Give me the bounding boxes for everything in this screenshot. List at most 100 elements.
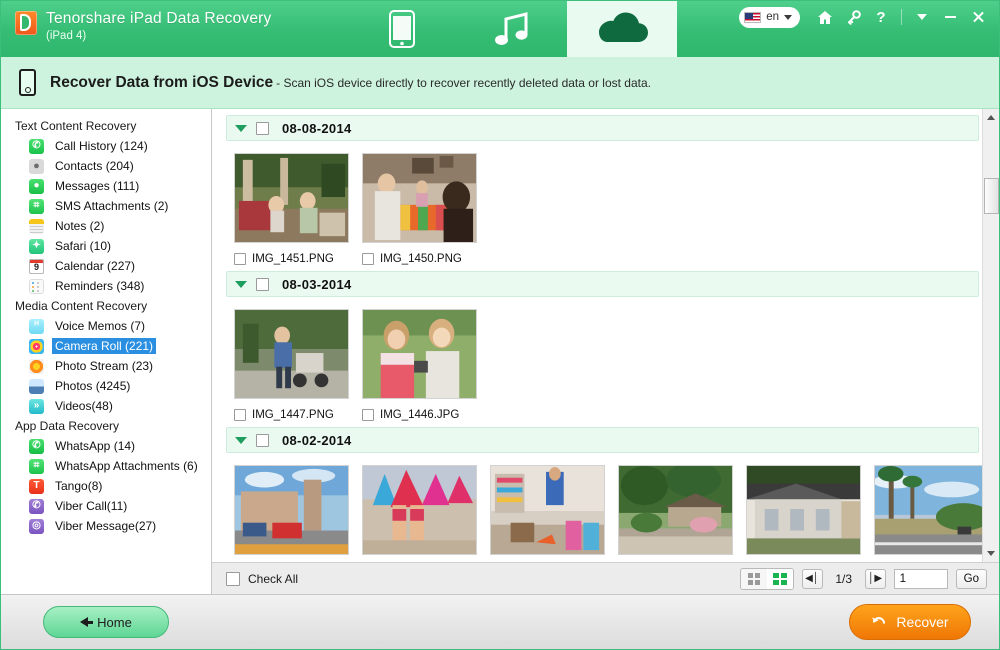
sidebar-item-whatsapp[interactable]: ✆ WhatsApp (14) xyxy=(29,436,211,456)
date-group-checkbox[interactable] xyxy=(256,121,269,135)
page-number-input[interactable] xyxy=(893,568,948,589)
sidebar-item-photo-stream[interactable]: Photo Stream (23) xyxy=(29,356,211,376)
sidebar-item-sms-attachments[interactable]: ⌗ SMS Attachments (2) xyxy=(29,196,211,216)
whatsapp-icon: ✆ xyxy=(29,438,44,454)
sidebar-item-tango[interactable]: T Tango(8) xyxy=(29,476,211,496)
sidebar-item-videos[interactable]: » Videos(48) xyxy=(29,396,211,416)
home-button[interactable]: Home xyxy=(43,606,169,638)
close-icon[interactable] xyxy=(965,5,991,29)
thumbnail-item[interactable] xyxy=(490,465,618,562)
sidebar-item-label: Calendar (227) xyxy=(55,259,136,273)
thumbnail-checkbox[interactable] xyxy=(234,253,246,265)
sidebar-item-safari[interactable]: ✦ Safari (10) xyxy=(29,236,211,256)
thumbnail-scroller[interactable]: 08-08-2014 IMG_1451.PNG IMG_1450.PNG 08-… xyxy=(212,109,999,562)
tab-itunes[interactable] xyxy=(457,1,567,57)
date-group-header[interactable]: 08-02-2014 xyxy=(226,427,979,453)
window-controls: en ? xyxy=(739,5,991,29)
sidebar-item-label: Call History (124) xyxy=(55,139,148,153)
thumbnail-item[interactable] xyxy=(746,465,874,562)
sidebar-item-calendar[interactable]: 9 Calendar (227) xyxy=(29,256,211,276)
sidebar-item-label: Photos (4245) xyxy=(55,379,131,393)
home-icon[interactable] xyxy=(812,5,838,29)
thumbnail-checkbox[interactable] xyxy=(362,253,374,265)
thumbnail-item[interactable]: IMG_1450.PNG xyxy=(362,153,490,267)
sidebar-item-messages[interactable]: ● Messages (111) xyxy=(29,176,211,196)
thumbnail-item[interactable]: IMG_1446.JPG xyxy=(362,309,490,423)
chevron-down-icon[interactable] xyxy=(235,280,247,288)
detail-view-icon[interactable] xyxy=(766,568,793,589)
sidebar-item-photos[interactable]: Photos (4245) xyxy=(29,376,211,396)
key-icon[interactable] xyxy=(840,5,866,29)
check-all-checkbox[interactable] xyxy=(226,571,240,586)
date-group-header[interactable]: 08-03-2014 xyxy=(226,271,979,297)
sidebar-item-camera-roll[interactable]: Camera Roll (221) xyxy=(29,336,211,356)
thumbnail-item[interactable] xyxy=(234,465,362,562)
thumbnail-image[interactable] xyxy=(490,465,605,555)
paperclip-icon: ⌗ xyxy=(29,198,44,214)
thumbnail-image[interactable] xyxy=(874,465,989,555)
chevron-down-icon[interactable] xyxy=(909,5,935,29)
scroll-up-button[interactable] xyxy=(982,109,999,126)
check-all-control[interactable]: Check All xyxy=(226,571,299,586)
sidebar-item-notes[interactable]: Notes (2) xyxy=(29,216,211,236)
date-group-header[interactable]: 08-08-2014 xyxy=(226,115,979,141)
tab-icloud[interactable] xyxy=(567,1,677,57)
last-page-icon[interactable]: │▶ xyxy=(864,568,886,589)
tab-device[interactable] xyxy=(347,1,457,57)
sidebar-item-viber-call[interactable]: ✆ Viber Call(11) xyxy=(29,496,211,516)
grid-view-icon[interactable] xyxy=(741,569,767,589)
sidebar-item-label: Reminders (348) xyxy=(55,279,145,293)
sidebar-item-voice-memos[interactable]: ᴴ Voice Memos (7) xyxy=(29,316,211,336)
check-all-label: Check All xyxy=(248,571,299,586)
thumbnail-checkbox[interactable] xyxy=(362,409,374,421)
thumbnail-image[interactable] xyxy=(362,309,477,399)
chevron-down-icon[interactable] xyxy=(235,124,247,132)
thumbnail-item[interactable] xyxy=(874,465,999,562)
notes-icon xyxy=(29,218,44,234)
chevron-down-icon[interactable] xyxy=(235,436,247,444)
question-mark-icon[interactable]: ? xyxy=(868,5,894,29)
thumbnail-image[interactable] xyxy=(234,153,349,243)
sidebar-item-contacts[interactable]: ● Contacts (204) xyxy=(29,156,211,176)
date-group-checkbox[interactable] xyxy=(256,277,269,291)
minimize-icon[interactable] xyxy=(937,5,963,29)
thumbnail-image[interactable] xyxy=(362,153,477,243)
date-group-label: 08-02-2014 xyxy=(282,432,352,448)
sidebar-group-text: Text Content Recovery ✆ Call History (12… xyxy=(1,116,211,296)
thumbnail-image[interactable] xyxy=(234,465,349,555)
svg-text:?: ? xyxy=(876,9,885,25)
date-group-label: 08-08-2014 xyxy=(282,120,352,136)
thumbnail-image[interactable] xyxy=(618,465,733,555)
vertical-scrollbar[interactable] xyxy=(982,109,999,562)
sidebar-item-label: WhatsApp Attachments (6) xyxy=(55,459,198,473)
reminders-icon xyxy=(29,278,44,294)
sidebar-item-reminders[interactable]: Reminders (348) xyxy=(29,276,211,296)
language-selector[interactable]: en xyxy=(739,6,800,28)
sidebar: Text Content Recovery ✆ Call History (12… xyxy=(1,109,212,594)
go-button[interactable]: Go xyxy=(955,568,987,589)
compass-icon: ✦ xyxy=(29,238,44,254)
page-info: 1/3 xyxy=(835,571,852,586)
first-page-icon[interactable]: ◀│ xyxy=(801,568,823,589)
date-group-checkbox[interactable] xyxy=(256,433,269,447)
sidebar-item-call-history[interactable]: ✆ Call History (124) xyxy=(29,136,211,156)
calendar-icon: 9 xyxy=(29,258,44,274)
scrollbar-track[interactable] xyxy=(983,126,1000,545)
thumbnail-item[interactable] xyxy=(618,465,746,562)
thumbnail-row xyxy=(226,459,989,562)
scroll-down-button[interactable] xyxy=(982,545,999,562)
thumbnail-item[interactable] xyxy=(362,465,490,562)
thumbnail-item[interactable]: IMG_1447.PNG xyxy=(234,309,362,423)
undo-arrow-icon xyxy=(872,617,886,624)
thumbnail-image[interactable] xyxy=(234,309,349,399)
thumbnail-checkbox[interactable] xyxy=(234,409,246,421)
brand: Tenorshare iPad Data Recovery (iPad 4) xyxy=(1,1,341,44)
sidebar-item-whatsapp-attachments[interactable]: ⌗ WhatsApp Attachments (6) xyxy=(29,456,211,476)
scrollbar-thumb[interactable] xyxy=(983,178,999,214)
thumbnail-image[interactable] xyxy=(362,465,477,555)
recover-button[interactable]: Recover xyxy=(849,604,971,640)
contacts-icon: ● xyxy=(29,158,44,174)
sidebar-item-viber-message[interactable]: ◎ Viber Message(27) xyxy=(29,516,211,536)
thumbnail-image[interactable] xyxy=(746,465,861,555)
thumbnail-item[interactable]: IMG_1451.PNG xyxy=(234,153,362,267)
